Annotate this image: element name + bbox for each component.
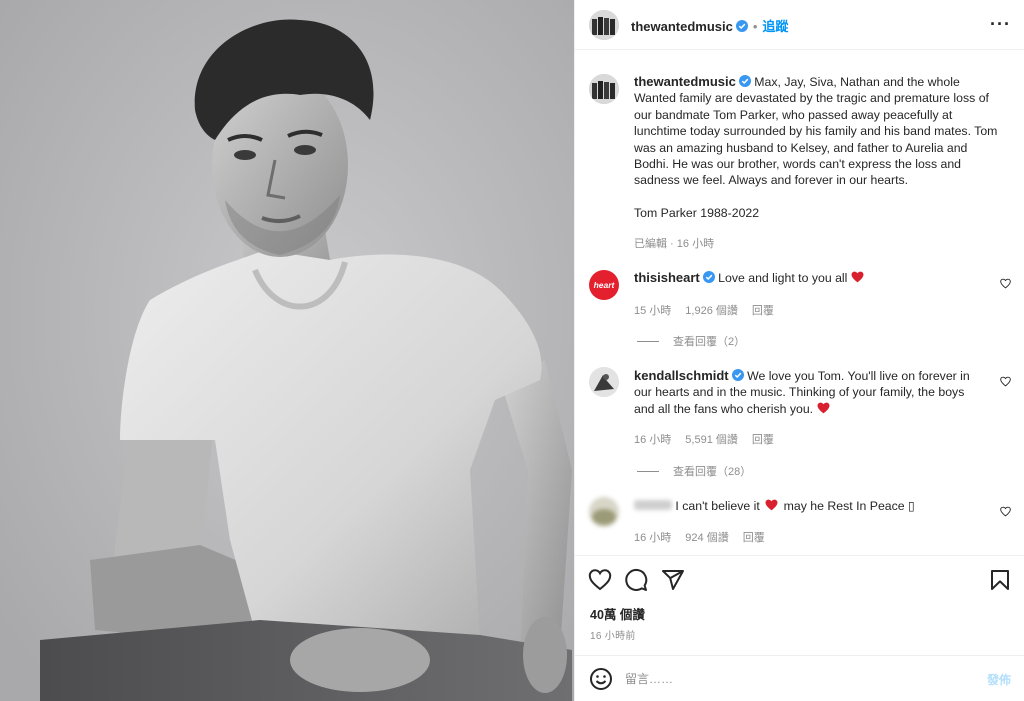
caption-username[interactable]: thewantedmusic [634,74,736,89]
view-replies-label: 查看回覆（28） [673,466,752,478]
missing-glyph: ▯ [908,499,915,513]
caption-signature: Tom Parker 1988-2022 [634,206,760,220]
comment-meta: 16 小時 924 個讚 回覆 [634,529,779,545]
comment-username[interactable]: kendallschmidt [634,368,729,383]
comment-text: I can't believe it [675,499,760,513]
comment-avatar[interactable]: heart [589,270,619,300]
verified-badge-icon [702,271,715,283]
comment: thisisheart Love and light to you all [634,270,974,286]
blurred-avatar-icon [589,497,619,527]
replies-divider [637,340,659,342]
post-photo[interactable] [0,0,574,701]
post-timestamp[interactable]: 16 小時前 [590,627,636,642]
profile-photo-icon [589,367,619,397]
heart-logo: heart [593,280,615,290]
comment-avatar[interactable] [589,497,619,527]
comment-meta: 15 小時 1,926 個讚 回覆 [634,302,788,318]
caption: thewantedmusic Max, Jay, Siva, Nathan an… [634,74,1004,189]
band-photo-icon [589,74,619,104]
portrait-image [0,0,574,701]
verified-badge-icon [731,369,744,381]
emoji-icon[interactable] [589,667,613,691]
caption-avatar[interactable] [589,74,619,104]
post-header: thewantedmusic • 追蹤 ··· [575,0,1024,50]
view-replies-button[interactable]: 查看回覆（28） [637,463,751,479]
red-heart-emoji-icon [817,402,829,414]
view-replies-label: 查看回覆（2） [673,336,746,348]
caption-text: Max, Jay, Siva, Nathan and the whole Wan… [634,75,998,188]
comment-likes[interactable]: 1,926 個讚 [685,305,738,317]
like-comment-heart-icon[interactable] [1000,376,1011,387]
account-username[interactable]: thewantedmusic [631,19,733,34]
comment-time: 16 小時 [634,532,672,544]
band-photo-icon [589,10,619,40]
reply-button[interactable]: 回覆 [752,305,774,317]
reply-button[interactable]: 回覆 [743,532,765,544]
comment-username[interactable]: thisisheart [634,270,700,285]
replies-divider [637,470,659,472]
like-comment-heart-icon[interactable] [1000,506,1011,517]
caption-meta: 已編輯 · 16 小時 [634,238,715,250]
post-comment-button[interactable]: 發佈 [987,671,1011,688]
comment-meta: 16 小時 5,591 個讚 回覆 [634,431,788,447]
comment-avatar[interactable] [589,367,619,397]
comment-text-continued: may he Rest In Peace [783,499,905,513]
verified-badge-icon [735,20,748,32]
separator-dot: • [752,19,758,34]
blurred-username[interactable] [634,500,672,510]
post-actions: 40萬 個讚 16 小時前 [575,555,1024,655]
like-heart-icon[interactable] [588,568,612,592]
reply-button[interactable]: 回覆 [752,434,774,446]
comment-icon[interactable] [624,568,648,592]
view-replies-button[interactable]: 查看回覆（2） [637,333,745,349]
comment-likes[interactable]: 5,591 個讚 [685,434,738,446]
red-heart-emoji-icon [765,499,778,511]
like-comment-heart-icon[interactable] [1000,278,1011,289]
comment-time: 16 小時 [634,434,672,446]
comment: kendallschmidt We love you Tom. You'll l… [634,368,974,417]
account-avatar[interactable] [589,10,619,40]
bookmark-icon[interactable] [988,568,1012,592]
comment-likes[interactable]: 924 個讚 [685,532,728,544]
likes-count[interactable]: 40萬 個讚 [590,604,645,623]
header-identity: thewantedmusic • 追蹤 [631,16,788,36]
comment-time: 15 小時 [634,305,672,317]
comment-text: Love and light to you all [718,271,848,285]
red-heart-emoji-icon [851,271,864,283]
comment-composer: 發佈 [575,655,1024,701]
post-sidebar: thewantedmusic • 追蹤 ··· thewantedmusic Max… [574,0,1024,701]
verified-badge-icon [738,75,751,87]
comment-input[interactable] [625,668,955,690]
comment: I can't believe it may he Rest In Peace … [634,498,974,514]
share-icon[interactable] [661,568,685,592]
more-options-icon[interactable]: ··· [990,15,1011,33]
follow-button[interactable]: 追蹤 [762,19,788,34]
